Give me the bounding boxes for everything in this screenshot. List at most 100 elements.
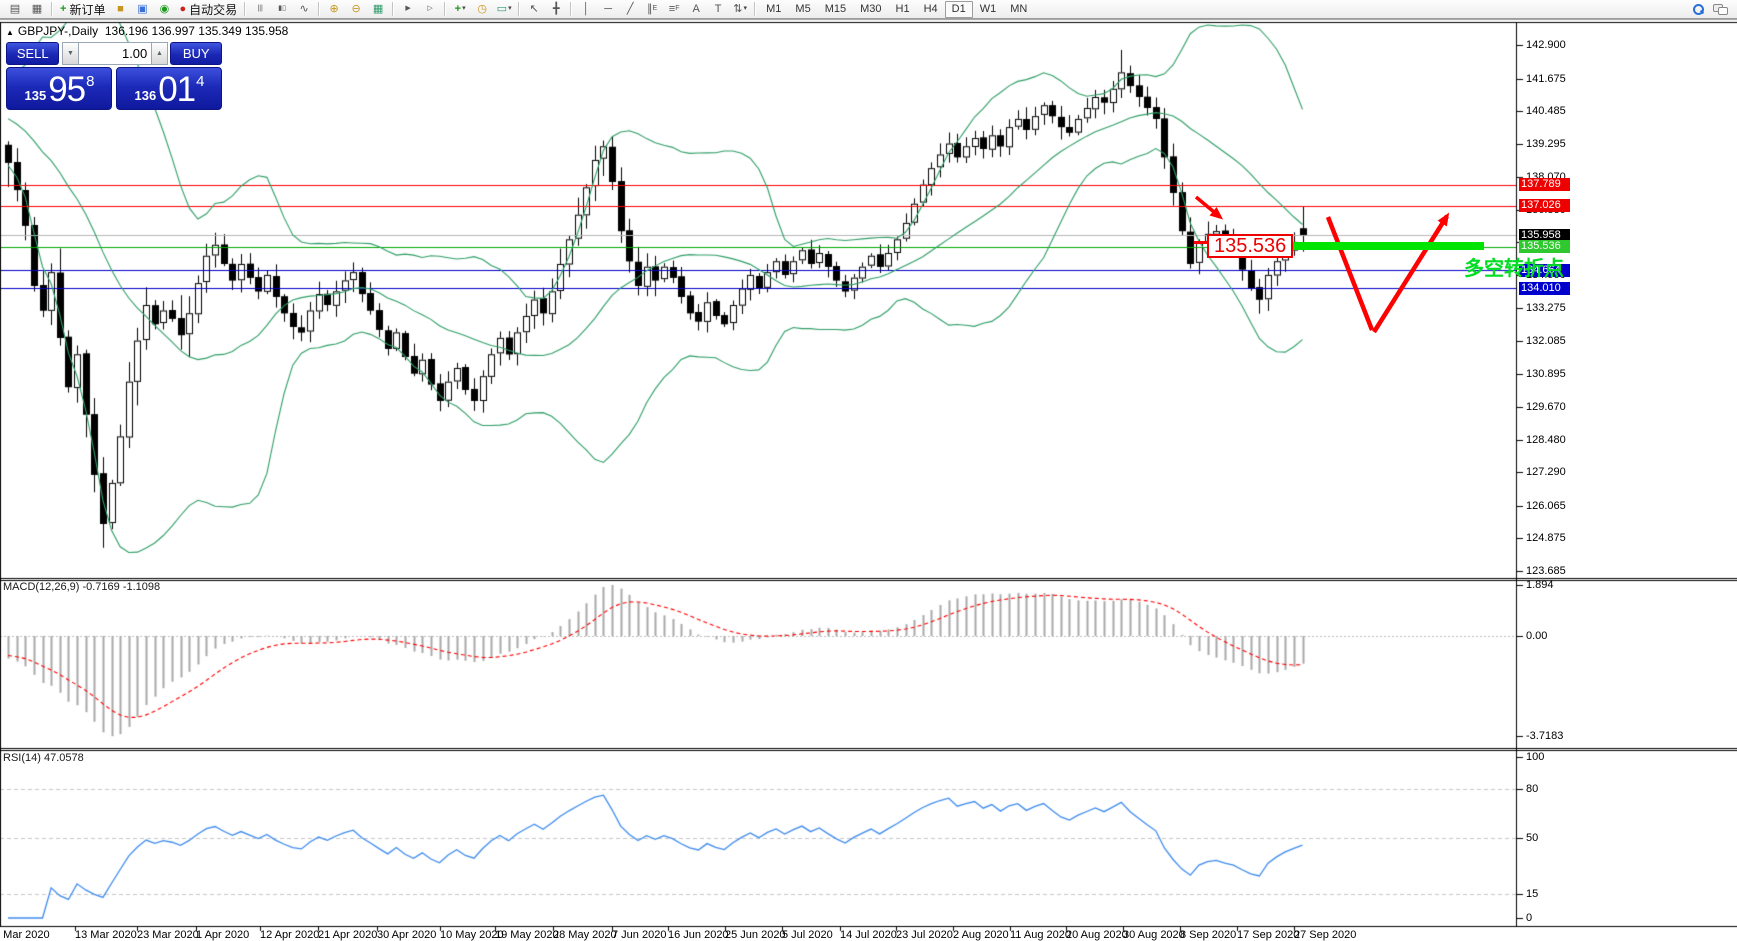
main-toolbar: ▤ ▦ + 新订单 ■ ▣ ◉ ● 自动交易 ||| ▮▯ ∿ ⊕ ⊖ ▦ ▶ ▷ + ▾ ◷ ▭ ▾ ↖ ╋ │ ─ ╱ ∥ E ≡ F A… bbox=[0, 0, 1737, 19]
zoom-in-icon[interactable]: ⊕ bbox=[323, 0, 345, 18]
toolbar-divider bbox=[570, 2, 573, 16]
price-badge-137.789: 137.789 bbox=[1519, 178, 1570, 192]
date-tick: 30 Aug 2020 bbox=[1123, 929, 1185, 941]
new-order-button[interactable]: + 新订单 bbox=[56, 1, 109, 17]
candlestick-chart-icon[interactable]: ▮▯ bbox=[271, 0, 293, 18]
timeframe-button-mn[interactable]: MN bbox=[1003, 1, 1034, 18]
red-arrow-down-stroke[interactable] bbox=[1325, 216, 1375, 331]
panels-icon[interactable]: ▤ bbox=[4, 0, 26, 18]
price-tick: 127.290 bbox=[1526, 466, 1566, 479]
sell-price-main: 95 bbox=[48, 70, 86, 109]
buy-price-box[interactable]: 136 01 4 bbox=[116, 67, 222, 110]
step-forward-icon[interactable]: ▷ bbox=[419, 0, 441, 18]
date-tick: 21 Apr 2020 bbox=[318, 929, 378, 941]
toolbar-divider bbox=[318, 2, 321, 16]
arrows-icon[interactable]: ⇅ ▾ bbox=[729, 0, 751, 18]
toolbar-divider bbox=[392, 2, 395, 16]
volume-input[interactable]: 1.00 bbox=[78, 42, 152, 65]
line-chart-icon[interactable]: ∿ bbox=[293, 0, 315, 18]
timeframe-button-w1[interactable]: W1 bbox=[973, 1, 1004, 18]
date-tick: 28 May 2020 bbox=[553, 929, 617, 941]
toolbar-divider bbox=[518, 2, 521, 16]
timeframe-button-h1[interactable]: H1 bbox=[889, 1, 917, 18]
rsi-tick: 80 bbox=[1526, 783, 1539, 796]
cursor-icon[interactable]: ↖ bbox=[523, 0, 545, 18]
price-tick: 130.895 bbox=[1526, 367, 1566, 380]
crosshair-icon[interactable]: ╋ bbox=[545, 0, 567, 18]
annotation-price-label[interactable]: 135.536 bbox=[1207, 234, 1294, 258]
signal-icon[interactable]: ◉ bbox=[153, 0, 175, 18]
price-tick: 129.670 bbox=[1526, 401, 1566, 414]
date-tick: 2 Aug 2020 bbox=[953, 929, 1009, 941]
auto-trading-button[interactable]: ● 自动交易 bbox=[175, 1, 241, 17]
price-tick: 140.485 bbox=[1526, 105, 1566, 118]
timeframe-button-m5[interactable]: M5 bbox=[788, 1, 817, 18]
date-tick: 20 Aug 2020 bbox=[1066, 929, 1128, 941]
timeframe-button-d1[interactable]: D1 bbox=[944, 0, 973, 18]
volume-decrease-button[interactable]: ▼ bbox=[62, 42, 79, 65]
price-tick: 139.295 bbox=[1526, 137, 1566, 150]
macd-tick: -3.7183 bbox=[1526, 730, 1564, 743]
period-icon[interactable]: ◷ bbox=[471, 0, 493, 18]
annotation-support-bar[interactable] bbox=[1288, 242, 1484, 250]
text-label-icon[interactable]: T bbox=[707, 0, 729, 18]
toolbar-divider bbox=[754, 2, 757, 16]
macd-tick: 1.894 bbox=[1526, 578, 1554, 591]
text-icon[interactable]: A bbox=[685, 0, 707, 18]
date-tick: 14 Jul 2020 bbox=[840, 929, 897, 941]
buy-price-main: 01 bbox=[158, 70, 196, 109]
zoom-out-icon[interactable]: ⊖ bbox=[345, 0, 367, 18]
experts-icon[interactable]: ▣ bbox=[131, 0, 153, 18]
search-icon[interactable] bbox=[1687, 0, 1709, 18]
red-arrow-up-stroke[interactable] bbox=[1372, 212, 1450, 334]
chat-icon[interactable] bbox=[1709, 0, 1731, 18]
timeframe-button-h4[interactable]: H4 bbox=[917, 1, 945, 18]
vline-icon[interactable]: │ bbox=[575, 0, 597, 18]
annotation-arrows bbox=[1194, 195, 1450, 334]
sell-price-prefix: 135 bbox=[24, 88, 47, 103]
history-center-icon[interactable]: ■ bbox=[109, 0, 131, 18]
annotation-note-text[interactable]: 多空转折点 bbox=[1464, 252, 1564, 281]
price-tick: 124.875 bbox=[1526, 532, 1566, 545]
sell-price-box[interactable]: 135 95 8 bbox=[6, 67, 112, 110]
date-tick: 8 Sep 2020 bbox=[1180, 929, 1237, 941]
hline-icon[interactable]: ─ bbox=[597, 0, 619, 18]
add-indicator-icon[interactable]: + ▾ bbox=[449, 0, 471, 18]
data-window-icon[interactable]: ▦ bbox=[26, 0, 48, 18]
rsi-tick: 100 bbox=[1526, 751, 1545, 763]
red-arrow-down-small[interactable] bbox=[1194, 195, 1224, 220]
toolbar-divider bbox=[444, 2, 447, 16]
timeframe-button-m1[interactable]: M1 bbox=[759, 1, 788, 18]
date-tick: 19 May 2020 bbox=[495, 929, 559, 941]
date-tick: 23 Mar 2020 bbox=[137, 929, 199, 941]
toolbar-divider bbox=[51, 2, 53, 16]
one-click-trading-panel: SELL ▼ 1.00 ▲ BUY 135 95 8 136 01 4 bbox=[6, 42, 222, 110]
template-icon[interactable]: ▭ ▾ bbox=[493, 0, 515, 18]
price-badge-134.010: 134.010 bbox=[1519, 281, 1570, 295]
macd-tick: 0.00 bbox=[1526, 630, 1548, 642]
tile-windows-icon[interactable]: ▦ bbox=[367, 0, 389, 18]
date-tick: 16 Jun 2020 bbox=[668, 929, 729, 941]
buy-button[interactable]: BUY bbox=[170, 42, 222, 65]
date-tick: 11 Aug 2020 bbox=[1010, 929, 1071, 941]
fibonacci-icon[interactable]: ≡ F bbox=[663, 0, 685, 18]
sell-button[interactable]: SELL bbox=[6, 42, 60, 65]
price-tick: 123.685 bbox=[1526, 564, 1566, 577]
toolbar-divider bbox=[244, 2, 247, 16]
date-tick: 7 Jun 2020 bbox=[612, 929, 667, 941]
rsi-tick: 0 bbox=[1526, 912, 1533, 924]
auto-arrange-icon[interactable]: ▶ bbox=[397, 0, 419, 18]
volume-increase-button[interactable]: ▲ bbox=[151, 42, 168, 65]
chart-window: ▲ GBPJPY-,Daily 136.196 136.997 135.349 1… bbox=[0, 19, 1737, 941]
sell-price-pip: 8 bbox=[86, 73, 95, 90]
timeframe-button-m15[interactable]: M15 bbox=[818, 1, 853, 18]
date-tick: 4 Mar 2020 bbox=[0, 929, 50, 941]
timeframe-button-m30[interactable]: M30 bbox=[853, 1, 888, 18]
channel-icon[interactable]: ∥ E bbox=[641, 0, 663, 18]
bar-chart-icon[interactable]: ||| bbox=[249, 0, 271, 18]
date-tick: 13 Mar 2020 bbox=[75, 929, 137, 941]
trendline-icon[interactable]: ╱ bbox=[619, 0, 641, 18]
date-tick: 17 Sep 2020 bbox=[1237, 929, 1300, 941]
date-tick: 12 Apr 2020 bbox=[260, 929, 320, 941]
price-tick: 142.900 bbox=[1526, 39, 1566, 51]
